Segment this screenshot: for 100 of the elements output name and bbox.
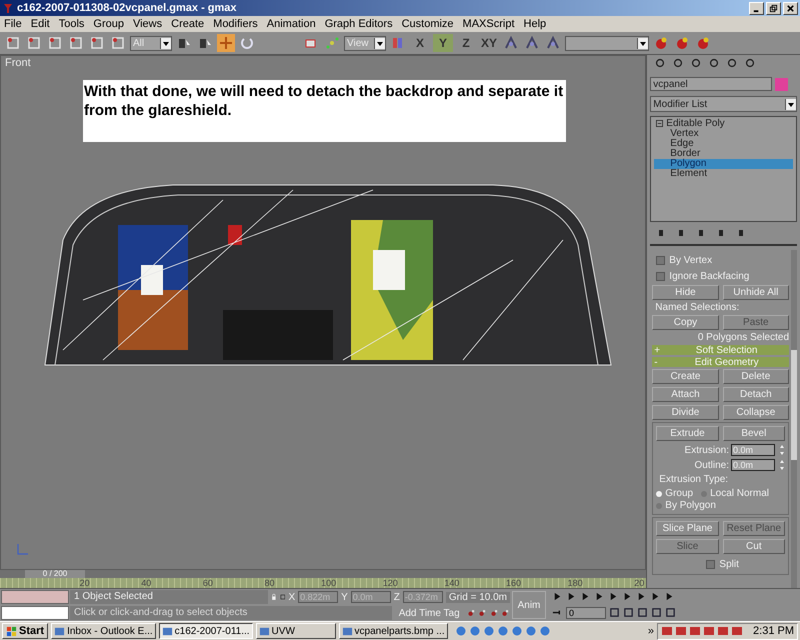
coordinate-label: Z (394, 592, 400, 602)
panel-button[interactable]: Divide (652, 405, 719, 420)
spinner-arrows-icon[interactable] (779, 444, 785, 456)
checkbox-label: Ignore Backfacing (669, 270, 750, 282)
modifier-stack[interactable]: Editable Poly Vertex Edge Border Polygon Element (650, 116, 797, 222)
rollout-header[interactable]: - Edit Geometry (652, 357, 789, 367)
object-name-field[interactable]: vcpanel (650, 77, 772, 91)
panel-button[interactable]: Detach (722, 387, 789, 402)
menu-item[interactable]: Modifiers (213, 18, 258, 30)
panel-button[interactable]: Cut (722, 539, 785, 554)
axis-constraint-button[interactable]: XY (479, 34, 499, 52)
checkbox[interactable] (706, 560, 716, 568)
panel-button[interactable]: Extrude (656, 426, 719, 441)
panel-button[interactable]: Delete (722, 369, 789, 384)
ruler-label: 80 (264, 578, 276, 588)
panel-button[interactable]: Copy (652, 315, 719, 330)
menu-item[interactable]: File (4, 18, 22, 30)
restore-icon[interactable] (766, 2, 781, 14)
selection-filter-dropdown[interactable]: All (130, 36, 172, 50)
panel-button[interactable]: Hide (652, 285, 719, 300)
taskbar-button[interactable]: Inbox - Outlook E... (51, 623, 156, 639)
window-title: c162-2007-011308-02vcpanel.gmax - gmax (17, 2, 237, 14)
note-text: With that done, we will need to detach the backdrop and separate it from the glareshield. (84, 82, 564, 120)
sub-object-item[interactable]: Edge (654, 139, 793, 149)
tray-overflow[interactable]: » (648, 625, 654, 637)
selection-count: 0 Polygons Selected (696, 332, 789, 343)
named-selection-dropdown[interactable] (565, 36, 649, 50)
axis-constraint-button[interactable]: Z (456, 34, 476, 52)
rollout-header[interactable]: + Soft Selection (652, 345, 789, 355)
windows-logo-icon (6, 626, 17, 636)
modifier-list-dropdown[interactable]: Modifier List (650, 96, 797, 112)
panel-button[interactable]: Unhide All (722, 285, 789, 300)
play-icon[interactable] (580, 591, 591, 602)
menu-item[interactable]: Group (93, 18, 124, 30)
minimize-icon[interactable] (749, 2, 764, 14)
listener-field[interactable] (1, 606, 69, 620)
spinner-label: Outline: (694, 460, 729, 470)
checkbox-label: By Vertex (669, 254, 712, 266)
radio-label: By Polygon (665, 500, 716, 511)
menu-item[interactable]: Customize (402, 18, 454, 30)
menu-item[interactable]: MAXScript (462, 18, 515, 30)
panel-button[interactable]: Create (652, 369, 719, 384)
selection-status: 1 Object Selected (70, 590, 268, 604)
ruler-label: 120 (382, 578, 399, 588)
coordinate-label: X (288, 592, 296, 602)
listener-field[interactable] (1, 590, 69, 604)
sub-object-item[interactable]: Polygon (654, 159, 793, 169)
menu-item[interactable]: Animation (266, 18, 316, 30)
coordinate-label: Y (341, 592, 348, 602)
panel-button[interactable]: Bevel (722, 426, 785, 441)
ruler-label: 20 (633, 578, 646, 588)
menu-item[interactable]: Views (132, 18, 162, 30)
grid-size: Grid = 10.0m (446, 592, 510, 602)
time-slider[interactable]: 0 / 200 (25, 570, 85, 578)
radio-label: Group (665, 488, 694, 499)
object-color-swatch[interactable] (775, 78, 788, 90)
spinner-arrows-icon[interactable] (779, 459, 785, 471)
axis-constraint-button[interactable]: Y (433, 34, 453, 52)
menu-item[interactable]: Edit (30, 18, 50, 30)
spinner-label: Extrusion: (684, 444, 729, 456)
panel-button[interactable]: Slice Plane (656, 521, 719, 536)
absolute-mode-icon[interactable] (280, 592, 286, 602)
reference-coordinate-dropdown[interactable]: View (344, 36, 386, 50)
stack-item[interactable]: Editable Poly (654, 119, 793, 129)
frame-field[interactable]: 0 (566, 606, 606, 619)
panel-button[interactable]: Collapse (722, 405, 789, 420)
taskbar-button[interactable]: UVW (256, 623, 336, 639)
taskbar-button[interactable]: c162-2007-011... (158, 623, 253, 639)
axis-constraint-button[interactable]: X (410, 34, 430, 52)
menu-item[interactable]: Tools (58, 18, 84, 30)
prompt-text: Click or click-and-drag to select objects (70, 606, 392, 620)
menu-item[interactable]: Create (171, 18, 204, 30)
checkbox[interactable] (656, 272, 666, 280)
spinner-field[interactable]: 0.0m (731, 459, 775, 471)
ruler-label: 60 (202, 578, 214, 588)
sub-object-item[interactable]: Vertex (654, 129, 793, 139)
taskbar-button[interactable]: vcpanelparts.bmp ... (338, 623, 448, 639)
ruler-label: 20 (78, 578, 91, 588)
extrusion-type-label: Extrusion Type: (658, 474, 730, 485)
viewport-label: Front (5, 57, 31, 69)
start-button[interactable]: Start (2, 623, 48, 639)
clock: 2:31 PM (753, 625, 794, 637)
spinner-field[interactable]: 0.0m (731, 444, 775, 456)
radio-button[interactable] (656, 490, 662, 496)
animate-button[interactable]: Anim (512, 591, 546, 619)
ruler-label: 100 (320, 578, 338, 588)
menu-item[interactable]: Graph Editors (324, 18, 393, 30)
sub-object-item[interactable]: Border (654, 149, 793, 159)
named-selections-label: Named Selections: (654, 302, 740, 313)
viewport[interactable]: Front With that done, we will need to detach the backdrop and separate it from the glareshield. (0, 55, 646, 570)
menu-item[interactable]: Help (524, 18, 546, 30)
app-icon (162, 626, 173, 636)
panel-button[interactable]: Attach (652, 387, 719, 402)
ruler-label: 180 (566, 578, 584, 588)
collapse-icon[interactable] (656, 120, 664, 127)
sub-object-item[interactable]: Element (654, 169, 793, 179)
scrollbar-thumb[interactable] (791, 350, 797, 460)
close-icon[interactable] (783, 2, 798, 14)
checkbox[interactable] (656, 256, 666, 264)
ruler-label: 160 (505, 578, 522, 588)
